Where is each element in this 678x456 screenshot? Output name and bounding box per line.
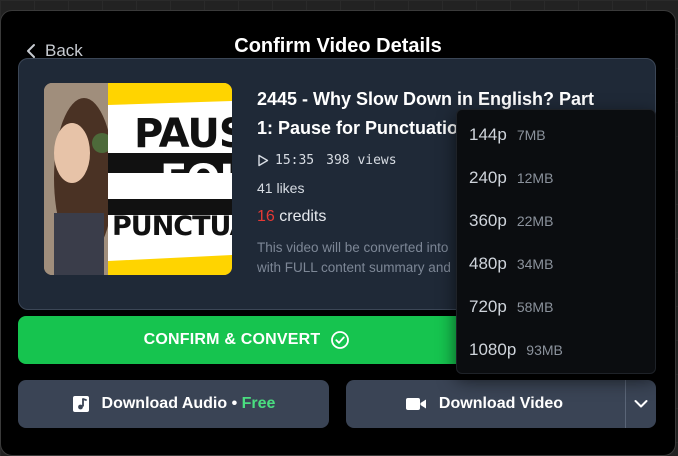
duration-group: 15:35	[257, 153, 314, 168]
credits-number: 16	[257, 208, 275, 225]
dialog-title: Confirm Video Details	[234, 35, 442, 57]
music-note-icon	[72, 396, 89, 412]
chevron-down-icon	[634, 400, 648, 408]
thumbnail-text-1: PAUS	[134, 111, 232, 157]
video-duration: 15:35	[275, 153, 315, 168]
thumbnail-text-3: PUNCTUA	[112, 211, 232, 242]
check-circle-icon	[331, 331, 350, 349]
download-video-label: Download Video	[438, 395, 564, 412]
download-audio-text: Download Audio • Free	[102, 395, 276, 413]
video-thumbnail: PAUS FOI PUNCTUA	[44, 83, 232, 275]
quality-option-144p[interactable]: 144p 7MB	[457, 113, 655, 156]
quality-dropdown-toggle[interactable]	[625, 380, 656, 428]
quality-size: 12MB	[516, 169, 554, 186]
quality-resolution: 480p	[469, 253, 507, 273]
quality-resolution: 720p	[469, 296, 507, 316]
free-badge: Free	[241, 395, 276, 412]
quality-size: 22MB	[516, 212, 554, 229]
quality-option-480p[interactable]: 480p 34MB	[457, 242, 655, 285]
video-camera-icon	[405, 398, 426, 410]
download-audio-label: Download Audio	[101, 395, 228, 412]
quality-resolution: 144p	[469, 124, 507, 144]
quality-resolution: 240p	[469, 167, 507, 187]
confirm-label: CONFIRM & CONVERT	[143, 331, 321, 348]
quality-option-240p[interactable]: 240p 12MB	[457, 156, 655, 199]
quality-resolution: 1080p	[469, 339, 517, 359]
quality-option-720p[interactable]: 720p 58MB	[457, 285, 655, 328]
quality-option-360p[interactable]: 360p 22MB	[457, 199, 655, 242]
play-icon	[258, 154, 269, 167]
quality-size: 34MB	[516, 255, 554, 272]
quality-size: 58MB	[516, 298, 554, 315]
quality-resolution: 360p	[469, 210, 507, 230]
quality-dropdown-menu: 144p 7MB 240p 12MB 360p 22MB 480p 34MB 7…	[456, 109, 656, 374]
quality-size: 93MB	[526, 341, 563, 358]
quality-size: 7MB	[516, 126, 546, 143]
credits-label: credits	[279, 208, 327, 225]
quality-option-1080p[interactable]: 1080p 93MB	[457, 328, 655, 371]
download-audio-button[interactable]: Download Audio • Free	[18, 380, 329, 428]
thumbnail-text-2: FOI	[160, 157, 232, 203]
download-video-button[interactable]: Download Video	[346, 380, 656, 428]
video-views: 398 views	[326, 153, 397, 168]
download-audio-separator: •	[231, 395, 238, 412]
